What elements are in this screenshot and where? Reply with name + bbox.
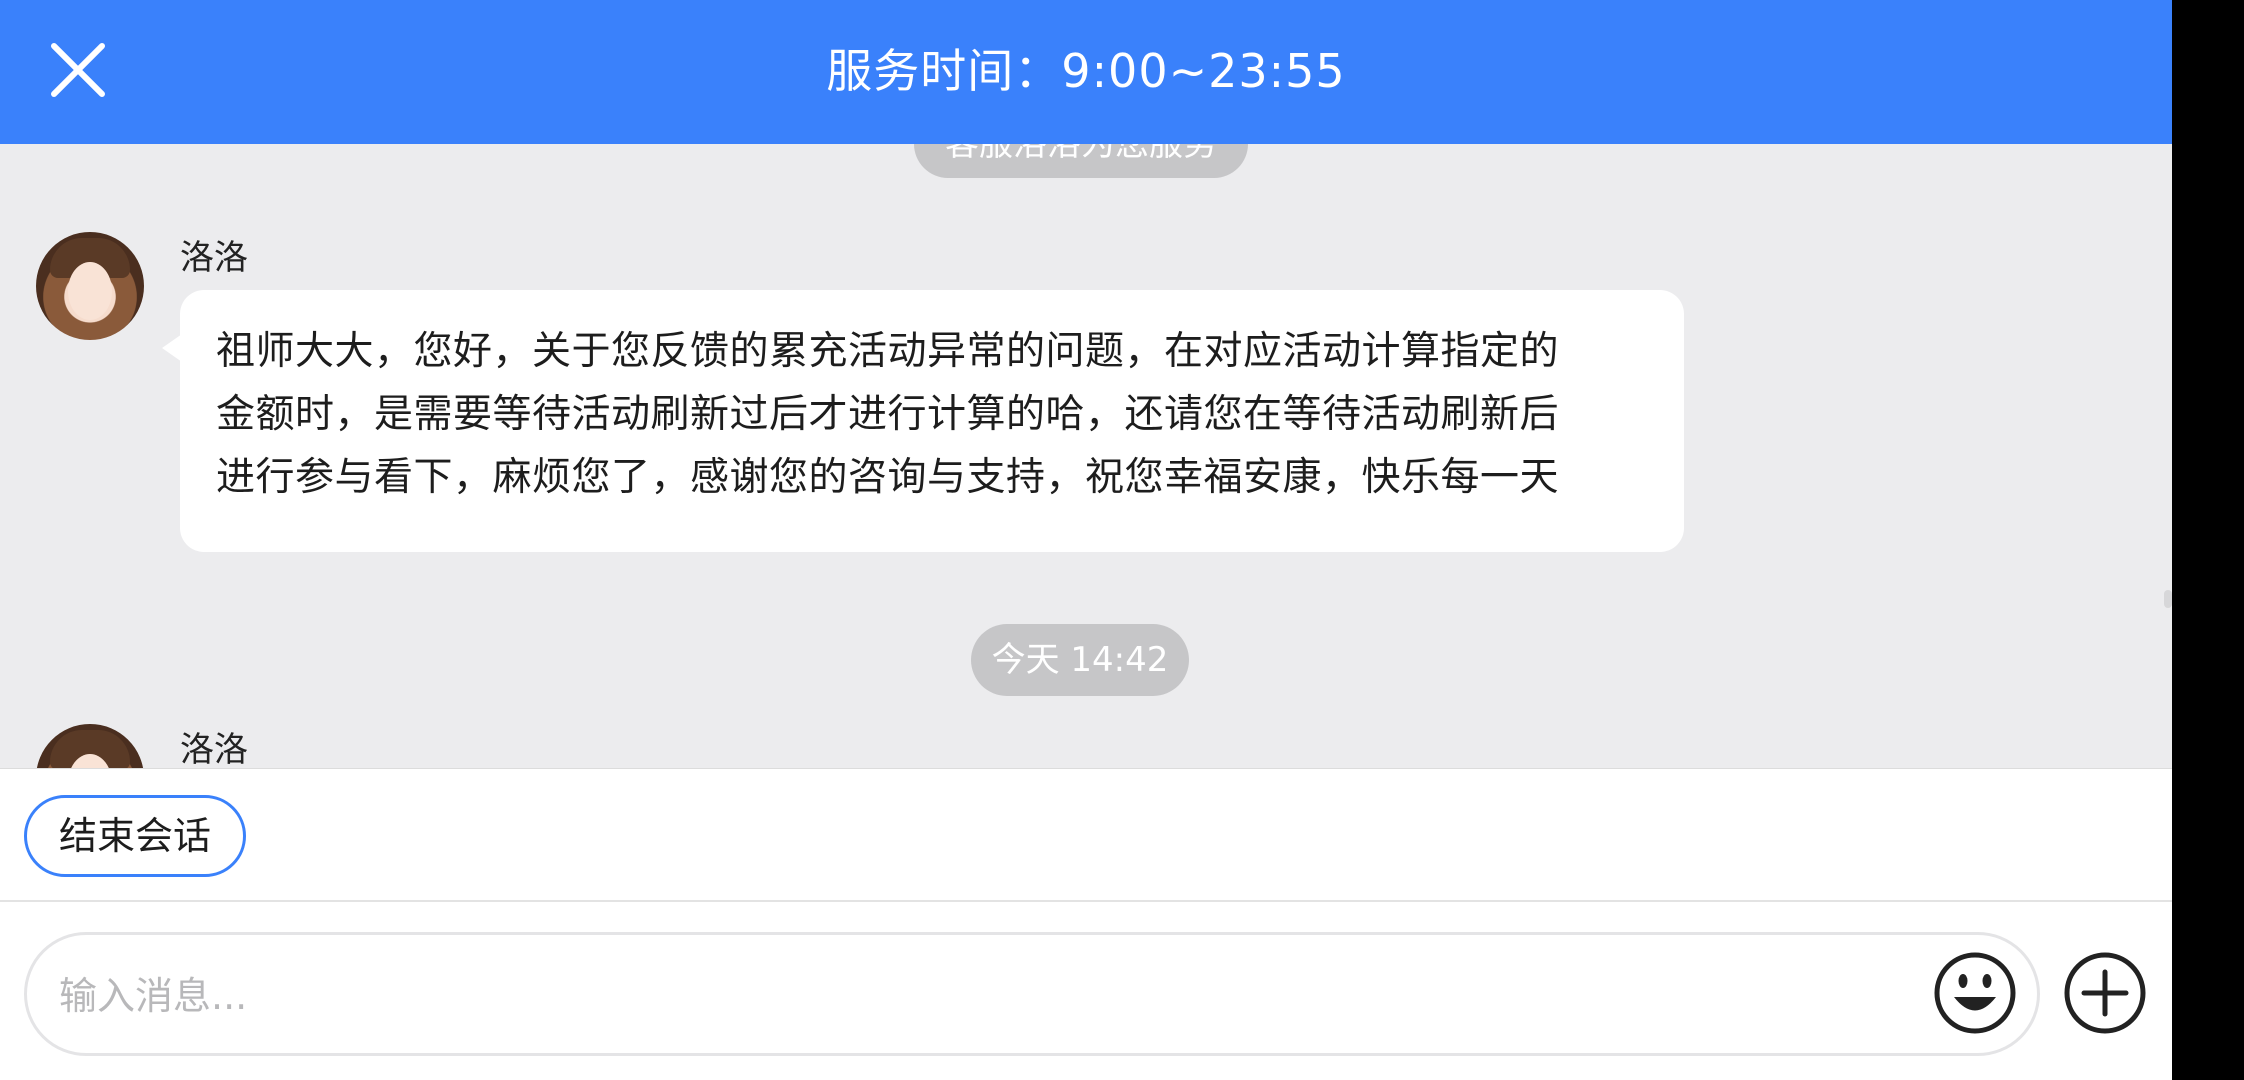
message-line: 进行参与看下，麻烦您了，感谢您的咨询与支持，祝您幸福安康，快乐每一天: [216, 455, 1560, 500]
plus-icon: [2064, 952, 2146, 1034]
agent-avatar[interactable]: [36, 232, 144, 340]
more-button[interactable]: [2062, 950, 2148, 1036]
message-list[interactable]: 客服洛洛为您服务 洛洛 祖师大大，您好，关于您反馈的累充活动异常的问题，在对应活…: [0, 144, 2172, 768]
quick-action-bar: 结束会话: [0, 768, 2172, 902]
header-bar: 服务时间：9:00~23:55: [0, 0, 2172, 144]
sender-name: 洛洛: [180, 238, 248, 278]
message-line: 祖师大大，您好，关于您反馈的累充活动异常的问题，在对应活动计算指定的: [216, 329, 1560, 374]
end-session-button[interactable]: 结束会话: [24, 795, 246, 877]
agent-avatar[interactable]: [36, 724, 144, 768]
sender-name: 洛洛: [180, 730, 248, 768]
message-line: 金额时，是需要等待活动刷新过后才进行计算的哈，还请您在等待活动刷新后: [216, 392, 1560, 437]
message-input[interactable]: [57, 945, 1901, 1047]
scrollbar-thumb[interactable]: [2164, 590, 2172, 608]
timestamp-pill: 今天 14:42: [971, 624, 1189, 696]
avatar-face: [68, 262, 112, 320]
service-hours-title: 服务时间：9:00~23:55: [826, 44, 1346, 98]
emoji-button[interactable]: [1932, 950, 2018, 1036]
message-bubble: 祖师大大，您好，关于您反馈的累充活动异常的问题，在对应活动计算指定的 金额时，是…: [162, 290, 1684, 552]
chat-window: 服务时间：9:00~23:55 客服洛洛为您服务 洛洛 祖师大大，您好，关于您反…: [0, 0, 2172, 1080]
input-bar: [0, 902, 2172, 1080]
message-input-container: [24, 932, 2040, 1056]
system-timestamp-pill: 客服洛洛为您服务: [914, 144, 1248, 178]
emoji-icon: [1934, 952, 2016, 1034]
